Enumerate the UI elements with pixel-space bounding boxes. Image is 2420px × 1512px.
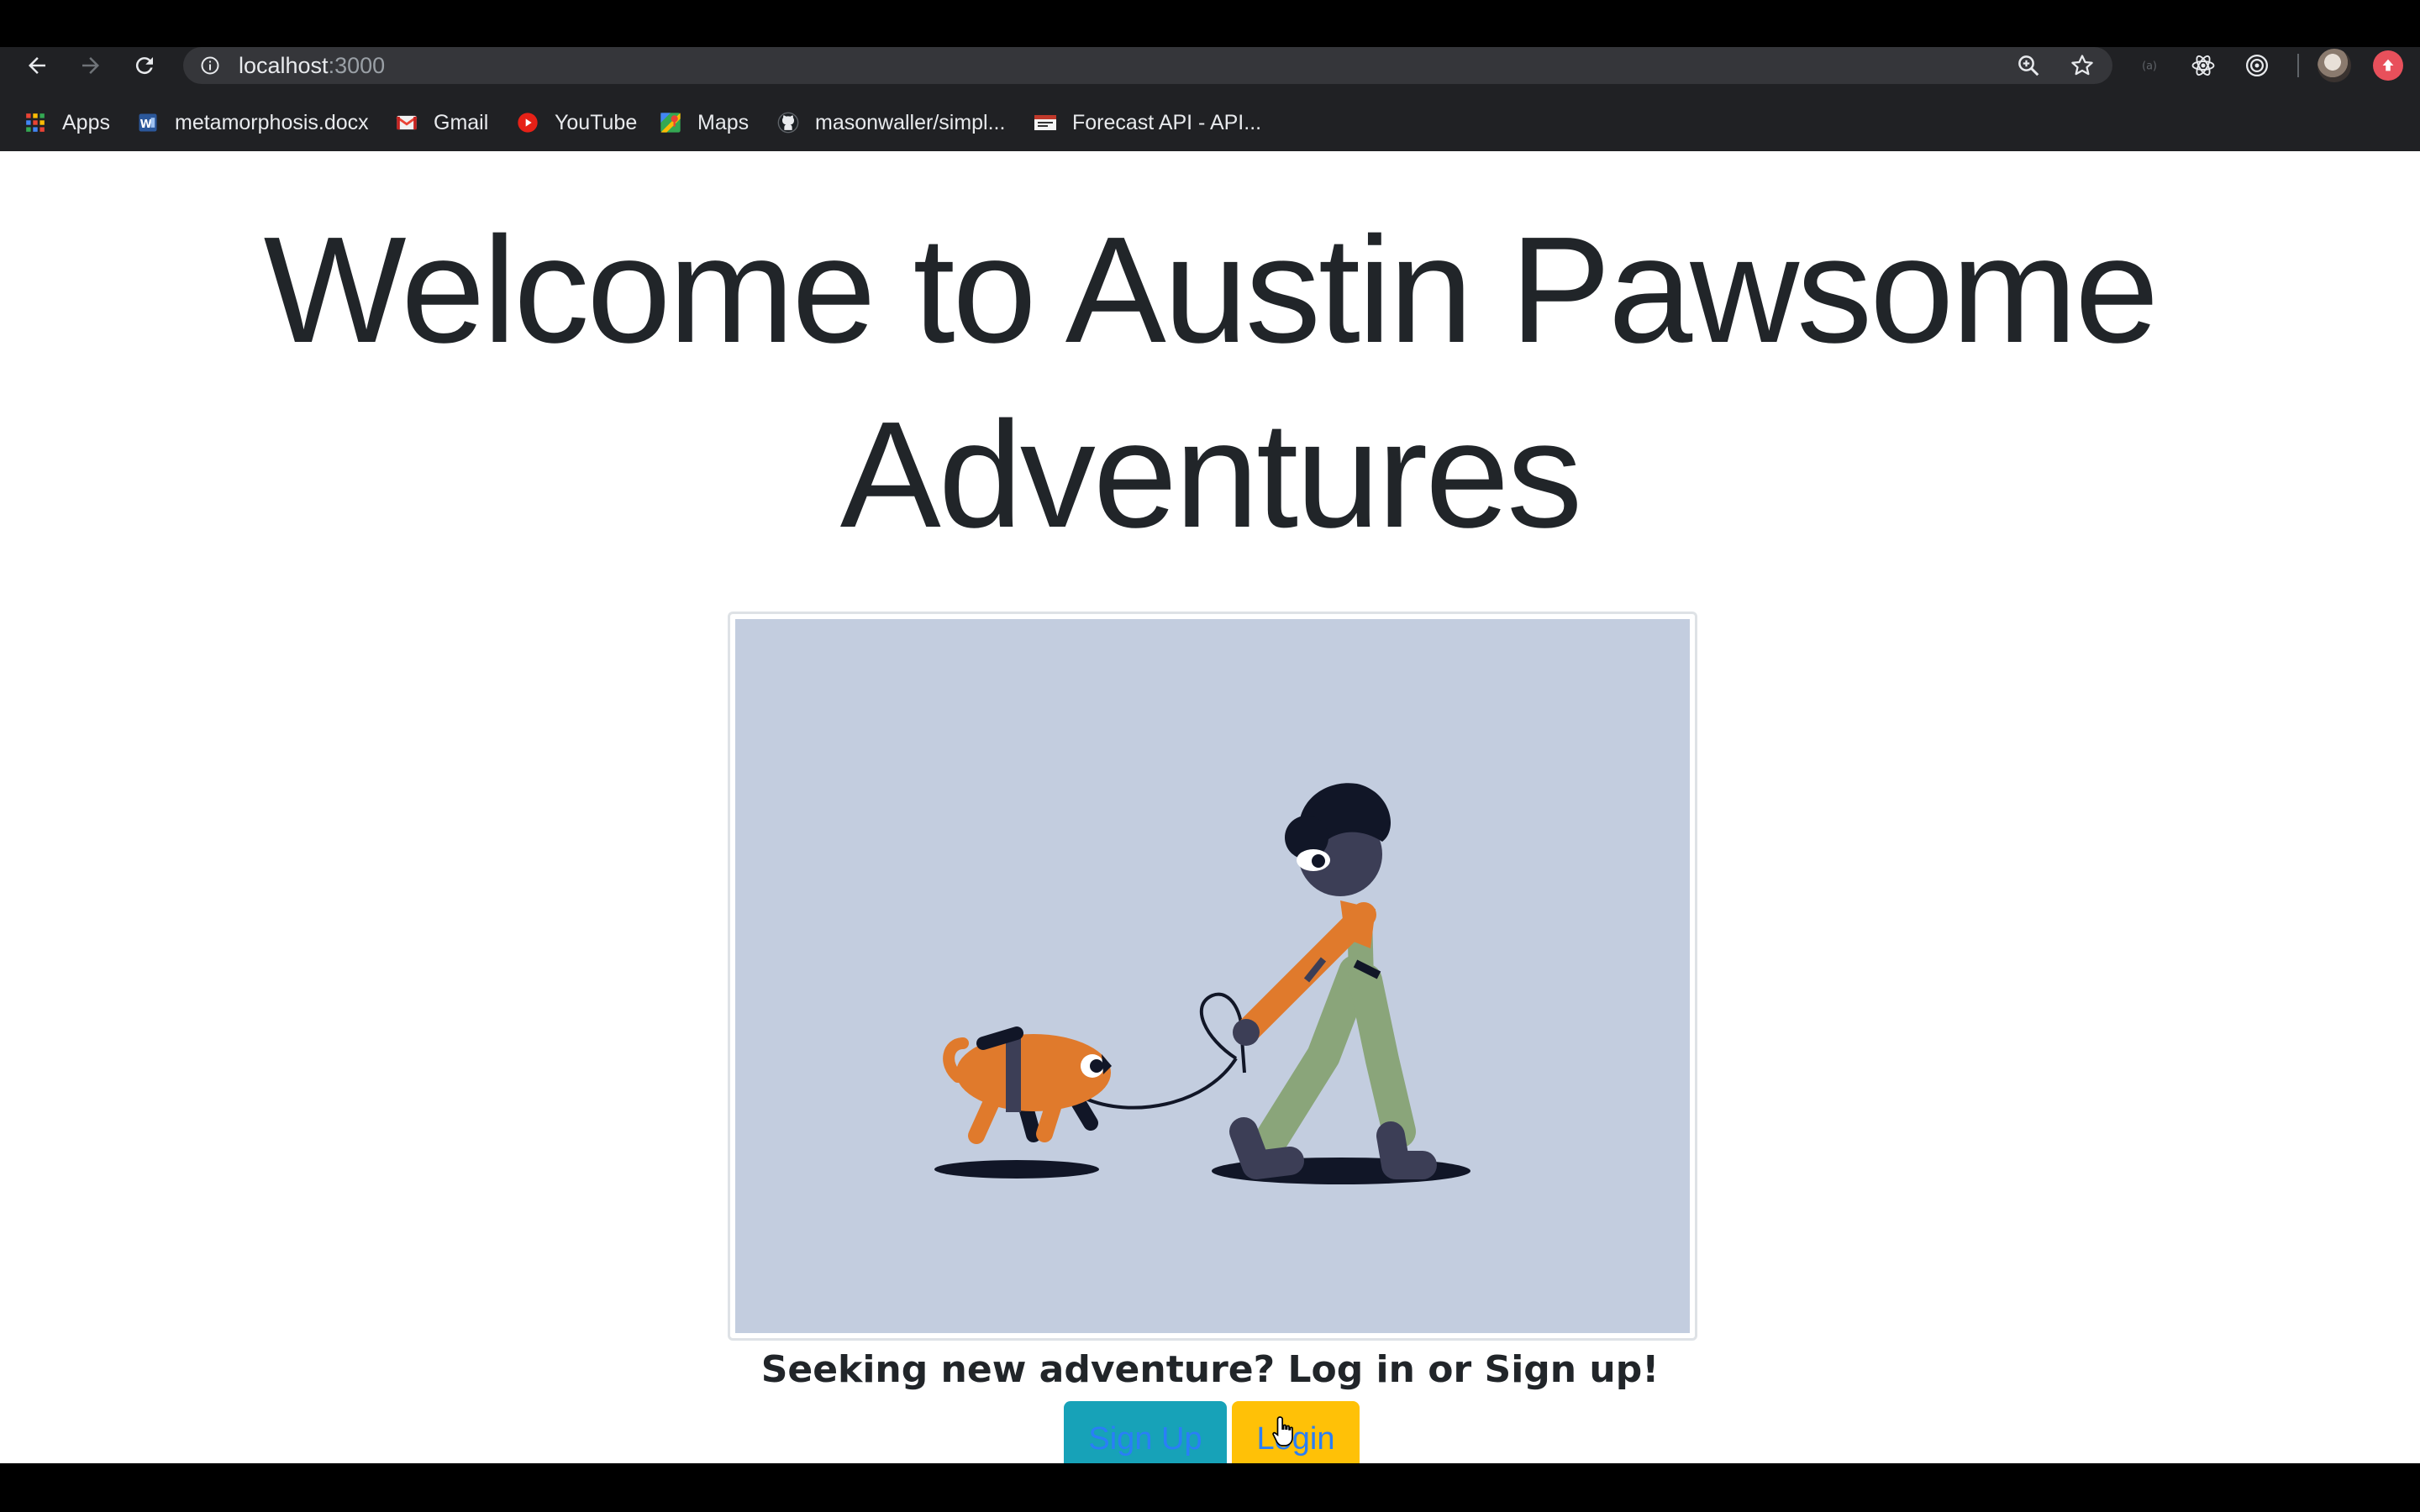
extension-badge-icon: (a) — [2142, 60, 2157, 73]
maps-icon — [659, 111, 682, 134]
dog-walker-illustration — [735, 619, 1690, 1333]
github-icon — [776, 111, 800, 134]
window-top-bar — [0, 0, 2420, 47]
tagline: Seeking new adventure? Log in or Sign up… — [760, 1348, 1660, 1391]
url-host: localhost — [239, 53, 329, 78]
gmail-icon — [395, 111, 418, 134]
react-devtools-button[interactable] — [2188, 50, 2218, 81]
update-arrow-icon — [2382, 59, 2394, 71]
back-arrow-icon — [29, 57, 45, 74]
page-title-line-1: Welcome to Austin Pawsome — [263, 206, 2160, 375]
bookmark-youtube[interactable]: YouTube — [516, 109, 637, 136]
bookmark-maps[interactable]: Maps — [659, 109, 749, 136]
react-atom-icon — [2191, 55, 2215, 76]
sign-up-button[interactable]: Sign Up — [1064, 1401, 1227, 1463]
reload-icon — [135, 57, 153, 75]
page-title-line-2: Adventures — [839, 391, 1583, 559]
bookmark-label: Forecast API - API... — [1072, 110, 1262, 134]
target-circle-icon — [2246, 55, 2268, 76]
bookmark-gmail[interactable]: Gmail — [395, 109, 488, 136]
youtube-icon — [516, 111, 539, 134]
bookmark-github-repo[interactable]: masonwaller/simpl... — [776, 109, 1005, 136]
bookmark-label: metamorphosis.docx — [175, 110, 369, 134]
word-doc-icon: W — [136, 111, 160, 134]
bookmark-label: Maps — [697, 110, 750, 134]
update-button[interactable] — [2373, 50, 2403, 81]
hand-pointer-cursor-icon — [1272, 1416, 1293, 1446]
page-title: Welcome to Austin Pawsome Adventures — [168, 198, 2252, 568]
svg-text:(a): (a) — [2142, 60, 2157, 73]
bookmark-label: YouTube — [555, 110, 638, 134]
zoom-magnifier-icon — [2018, 55, 2039, 76]
screen: localhost:3000 (a) Apps W metamorphosis.… — [0, 0, 2420, 1512]
zoom-button[interactable] — [2013, 50, 2044, 81]
address-bar[interactable]: localhost:3000 — [183, 47, 2112, 84]
bookmark-forecast-api[interactable]: Forecast API - API... — [1034, 109, 1261, 136]
toolbar-gap — [0, 84, 2420, 102]
extension-button-3[interactable] — [2242, 50, 2272, 81]
bookmark-label: Apps — [62, 110, 110, 134]
reload-button[interactable] — [126, 47, 163, 84]
back-button[interactable] — [18, 47, 55, 84]
bookmark-label: masonwaller/simpl... — [815, 110, 1006, 134]
url-port: :3000 — [328, 53, 386, 78]
apps-grid-icon — [24, 111, 47, 134]
hero-image-frame — [728, 612, 1697, 1341]
bookmark-apps[interactable]: Apps — [24, 109, 110, 136]
info-icon[interactable] — [200, 55, 220, 76]
extension-button-1[interactable]: (a) — [2134, 50, 2165, 81]
star-icon — [2071, 55, 2093, 76]
profile-avatar[interactable] — [2317, 49, 2351, 82]
url-text: localhost:3000 — [239, 47, 385, 84]
bookmark-metamorphosis[interactable]: W metamorphosis.docx — [136, 109, 369, 136]
bookmark-label: Gmail — [434, 110, 489, 134]
bookmark-star-button[interactable] — [2067, 50, 2097, 81]
svg-text:W: W — [140, 118, 152, 131]
forecast-api-icon — [1034, 111, 1057, 134]
toolbar-separator — [2297, 54, 2299, 77]
window-bottom-bar — [0, 1463, 2420, 1512]
web-page: Welcome to Austin Pawsome Adventures See… — [0, 151, 2420, 1463]
forward-arrow-icon — [82, 57, 99, 74]
forward-button[interactable] — [72, 47, 109, 84]
